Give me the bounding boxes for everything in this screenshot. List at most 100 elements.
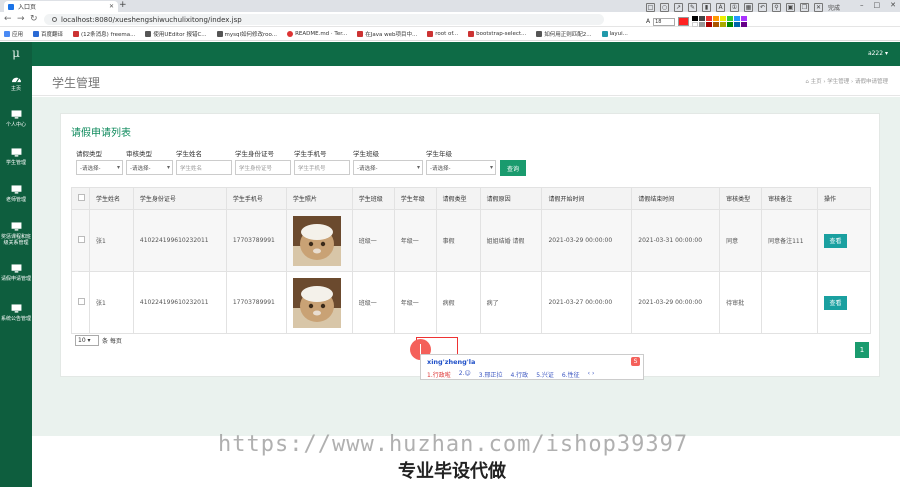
arrow-tool-icon[interactable]: ↗	[674, 3, 683, 12]
bookmark-item[interactable]: README.md · Ter...	[287, 31, 347, 37]
maximize-icon[interactable]: □	[874, 1, 881, 9]
undo-icon[interactable]: ↶	[758, 3, 767, 12]
column-header[interactable]: 请假结束时间	[631, 187, 721, 210]
sidebar-item-leave[interactable]: 请假申请管理	[0, 264, 32, 282]
view-button[interactable]: 查看	[823, 233, 847, 248]
ime-candidate[interactable]: 3.邢正拉	[479, 370, 503, 379]
sidebar-item-label: 老师管理	[5, 197, 26, 203]
browser-tab-bar: 入口页 ✕ + □ ○ ↗ ✎ ▮ A ① ▦ ↶ ⚲ ▣ ❐ ✕ 完成 – □…	[0, 0, 900, 12]
column-header[interactable]: 学生照片	[285, 187, 353, 210]
bookmark-item[interactable]: 如何用正则匹配2...	[536, 30, 592, 38]
bookmarks-bar: 应用 百度翻译 (12条消息) freema... 使用UEditor 报错C.…	[0, 28, 900, 41]
leave-type-select[interactable]: -请选择-	[76, 160, 123, 175]
audit-type-select[interactable]: -请选择-	[126, 160, 173, 175]
search-button[interactable]: 查询	[500, 160, 526, 176]
color-grid[interactable]	[692, 16, 748, 27]
sidebar-item-label: 个人中心	[5, 122, 26, 128]
font-size-select[interactable]: 18	[653, 17, 676, 26]
number-tool-icon[interactable]: ①	[730, 3, 739, 12]
sidebar-item-personal-center[interactable]: 个人中心	[0, 110, 32, 128]
text-tool-icon[interactable]: A	[716, 3, 725, 12]
select-all-checkbox[interactable]	[78, 194, 85, 201]
column-header[interactable]: 学生班级	[351, 187, 395, 210]
id-card-input[interactable]: 学生身份证号	[235, 160, 291, 175]
bookmark-item[interactable]: root of...	[427, 31, 458, 37]
class-select[interactable]: -请选择-	[353, 160, 423, 175]
ime-candidate[interactable]: 5.兴证	[536, 370, 554, 379]
page-size-select[interactable]: 10 ▾	[75, 335, 99, 346]
view-button[interactable]: 查看	[823, 295, 847, 310]
ime-candidate[interactable]: 6.性征	[562, 370, 580, 379]
ime-candidate[interactable]: 4.行政	[510, 370, 528, 379]
forward-icon[interactable]: →	[17, 14, 25, 24]
new-tab-button[interactable]: +	[119, 0, 127, 10]
phone-input[interactable]: 学生手机号	[294, 160, 350, 175]
column-header[interactable]: 请假原因	[479, 187, 543, 210]
rectangle-tool-icon[interactable]: □	[646, 3, 655, 12]
done-button[interactable]: 完成	[828, 3, 840, 12]
browser-tab[interactable]: 入口页 ✕	[4, 1, 118, 12]
sidebar-item-students[interactable]: 学生管理	[0, 148, 32, 166]
cell-reason: 姐姐结婚 请假	[479, 209, 543, 272]
student-photo[interactable]	[292, 277, 341, 328]
watermark-caption: 专业毕设代做	[398, 461, 506, 482]
copy-icon[interactable]: ❐	[800, 3, 809, 12]
ime-page-arrows[interactable]: ‹ ›	[588, 370, 595, 379]
ime-candidate[interactable]: 2.☺	[459, 370, 471, 379]
pin-icon[interactable]: ⚲	[772, 3, 781, 12]
bookmark-item[interactable]: (12条消息) freema...	[73, 30, 135, 38]
cell-class: 班级一	[351, 209, 395, 272]
column-header[interactable]: 请假类型	[435, 187, 481, 210]
grade-select[interactable]: -请选择-	[426, 160, 496, 175]
back-icon[interactable]: ←	[4, 14, 12, 24]
column-header[interactable]: 审核备注	[761, 187, 818, 210]
save-icon[interactable]: ▣	[786, 3, 795, 12]
cell-audit-note: 同意备注111	[761, 209, 818, 272]
column-header[interactable]: 学生身份证号	[132, 187, 227, 210]
favicon-icon	[8, 3, 14, 10]
filter-label: 学生身份证号	[235, 150, 274, 158]
sidebar-item-home[interactable]: 主页	[0, 74, 32, 92]
close-window-icon[interactable]: ✕	[890, 1, 896, 9]
column-header[interactable]: 学生姓名	[88, 187, 134, 210]
mosaic-tool-icon[interactable]: ▦	[744, 3, 753, 12]
bookmark-item[interactable]: bootstrap-select...	[468, 31, 526, 37]
filter-label: 学生班级	[353, 150, 379, 158]
pen-tool-icon[interactable]: ✎	[688, 3, 697, 12]
column-header[interactable]: 学生手机号	[225, 187, 287, 210]
bookmark-item[interactable]: layui...	[601, 31, 628, 37]
bookmark-item[interactable]: 应用	[4, 30, 23, 38]
sidebar-item-notices[interactable]: 系统公告管理	[0, 304, 32, 322]
student-photo[interactable]	[292, 215, 341, 266]
user-menu[interactable]: a222 ▾	[868, 50, 888, 57]
bookmark-item[interactable]: mysql如何修改roo...	[216, 30, 277, 38]
tab-title: 入口页	[18, 4, 37, 11]
column-header[interactable]: 审核类型	[719, 187, 763, 210]
pagination-current-page[interactable]: 1	[855, 342, 869, 358]
row-checkbox[interactable]	[78, 236, 85, 243]
font-icon: A	[646, 18, 651, 25]
cell-grade: 年级一	[393, 209, 437, 272]
ime-candidate[interactable]: 1.行政啦	[427, 370, 451, 379]
bookmark-item[interactable]: 使用UEditor 报错C...	[145, 30, 207, 38]
current-color-swatch[interactable]	[678, 17, 690, 26]
column-header[interactable]: 操作	[816, 187, 872, 210]
minimize-icon[interactable]: –	[860, 1, 864, 9]
row-checkbox[interactable]	[78, 298, 85, 305]
cancel-icon[interactable]: ✕	[814, 3, 823, 12]
student-name-input[interactable]: 学生姓名	[176, 160, 232, 175]
cell-grade: 年级一	[393, 271, 437, 334]
sidebar-item-teachers[interactable]: 老师管理	[0, 185, 32, 203]
close-tab-icon[interactable]: ✕	[109, 3, 114, 10]
url-field[interactable]: localhost:8080/xueshengshiwuchulixitong/…	[44, 14, 604, 25]
leave-table: 学生姓名 学生身份证号 学生手机号 学生照片 学生班级 学生年级 请假类型 请假…	[71, 187, 872, 334]
bookmark-item[interactable]: 百度翻译	[33, 30, 63, 38]
reload-icon[interactable]: ↻	[30, 14, 38, 24]
ellipse-tool-icon[interactable]: ○	[660, 3, 669, 12]
bookmark-item[interactable]: 在Java web项目中...	[357, 30, 417, 38]
column-header[interactable]: 学生年级	[393, 187, 437, 210]
marker-tool-icon[interactable]: ▮	[702, 3, 711, 12]
cell-end-time: 2021-03-29 00:00:00	[631, 271, 721, 334]
column-header[interactable]: 请假开始时间	[541, 187, 633, 210]
sidebar-item-relations[interactable]: 奖惩课程和班级关系管理	[0, 222, 32, 246]
